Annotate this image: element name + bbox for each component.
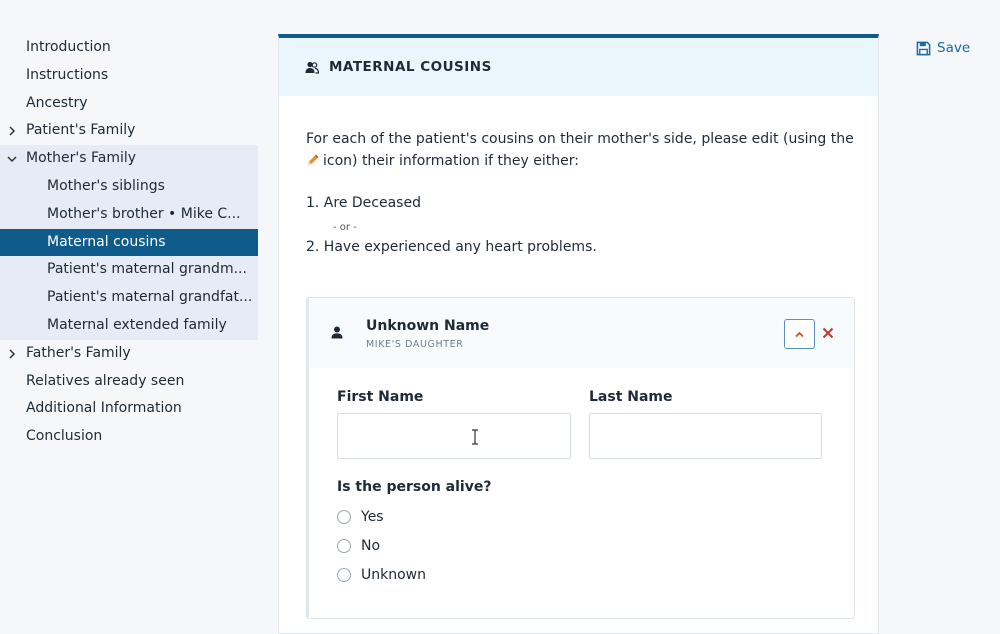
sidebar-item-conclusion[interactable]: Conclusion (0, 423, 258, 451)
first-name-label: First Name (337, 389, 424, 405)
sidebar-nav: Introduction Instructions Ancestry Patie… (0, 34, 258, 451)
sidebar-item-ancestry[interactable]: Ancestry (0, 90, 258, 118)
sidebar-item-additional-information[interactable]: Additional Information (0, 395, 258, 423)
alive-option-label: No (361, 538, 381, 554)
collapse-button[interactable] (784, 319, 815, 349)
person-relation: MIKE'S DAUGHTER (366, 339, 464, 350)
user-icon (331, 326, 343, 339)
sidebar-item-mothers-siblings[interactable]: Mother's siblings (0, 172, 258, 201)
last-name-label: Last Name (589, 389, 673, 405)
close-icon[interactable] (821, 326, 835, 340)
mothers-family-subitems: Mother's siblings Mother's brother • Mik… (0, 172, 258, 340)
sidebar-item-maternal-grandfather[interactable]: Patient's maternal grandfat... (0, 284, 258, 312)
alive-option-label: Unknown (361, 567, 426, 583)
sidebar-item-maternal-cousins[interactable]: Maternal cousins (0, 228, 258, 257)
chevron-right-icon (6, 340, 18, 368)
criteria-separator: - or - (333, 222, 357, 233)
instructions-text-2: icon) their information if they either: (323, 153, 579, 169)
sidebar-item-fathers-family[interactable]: Father's Family (0, 340, 258, 368)
radio-no[interactable] (337, 539, 351, 553)
save-button[interactable]: Save (916, 38, 970, 58)
alive-option-no[interactable]: No (337, 538, 380, 554)
sidebar-item-introduction[interactable]: Introduction (0, 34, 258, 62)
users-icon (305, 60, 319, 74)
radio-unknown[interactable] (337, 568, 351, 582)
section-instructions: For each of the patient's cousins on the… (306, 128, 866, 172)
radio-yes[interactable] (337, 510, 351, 524)
sidebar-item-mothers-family[interactable]: Mother's Family (0, 145, 258, 173)
sidebar-item-instructions[interactable]: Instructions (0, 62, 258, 90)
sidebar-item-maternal-extended-family[interactable]: Maternal extended family (0, 311, 258, 340)
card-header: MATERNAL COUSINS (279, 38, 878, 96)
alive-option-unknown[interactable]: Unknown (337, 567, 426, 583)
pencil-icon (308, 154, 319, 165)
text-cursor-icon (472, 429, 478, 445)
chevron-right-icon (6, 117, 18, 145)
criteria-item-heart-problems: 2. Have experienced any heart problems. (306, 239, 597, 255)
alive-option-yes[interactable]: Yes (337, 509, 384, 525)
person-card-header: Unknown Name MIKE'S DAUGHTER (309, 298, 854, 368)
save-label: Save (937, 40, 971, 56)
section-title: MATERNAL COUSINS (329, 59, 492, 75)
chevron-up-icon (795, 331, 804, 337)
criteria-item-deceased: 1. Are Deceased (306, 195, 421, 211)
sidebar-item-label: Father's Family (26, 344, 131, 361)
instructions-text-1: For each of the patient's cousins on the… (306, 131, 854, 147)
sidebar-item-patients-family[interactable]: Patient's Family (0, 117, 258, 145)
sidebar-item-label: Mother's Family (26, 150, 137, 167)
alive-question: Is the person alive? (337, 479, 492, 495)
floppy-disk-icon (916, 41, 931, 55)
last-name-input[interactable] (589, 413, 822, 459)
sidebar-item-relatives-already-seen[interactable]: Relatives already seen (0, 368, 258, 396)
first-name-input[interactable] (337, 413, 571, 459)
chevron-down-icon (6, 145, 18, 173)
sidebar-item-maternal-grandmother[interactable]: Patient's maternal grandm... (0, 256, 258, 285)
alive-option-label: Yes (361, 509, 384, 525)
sidebar-item-mothers-brother[interactable]: Mother's brother • Mike C... (0, 200, 258, 229)
sidebar-item-label: Patient's Family (26, 122, 136, 139)
person-name: Unknown Name (366, 318, 490, 334)
